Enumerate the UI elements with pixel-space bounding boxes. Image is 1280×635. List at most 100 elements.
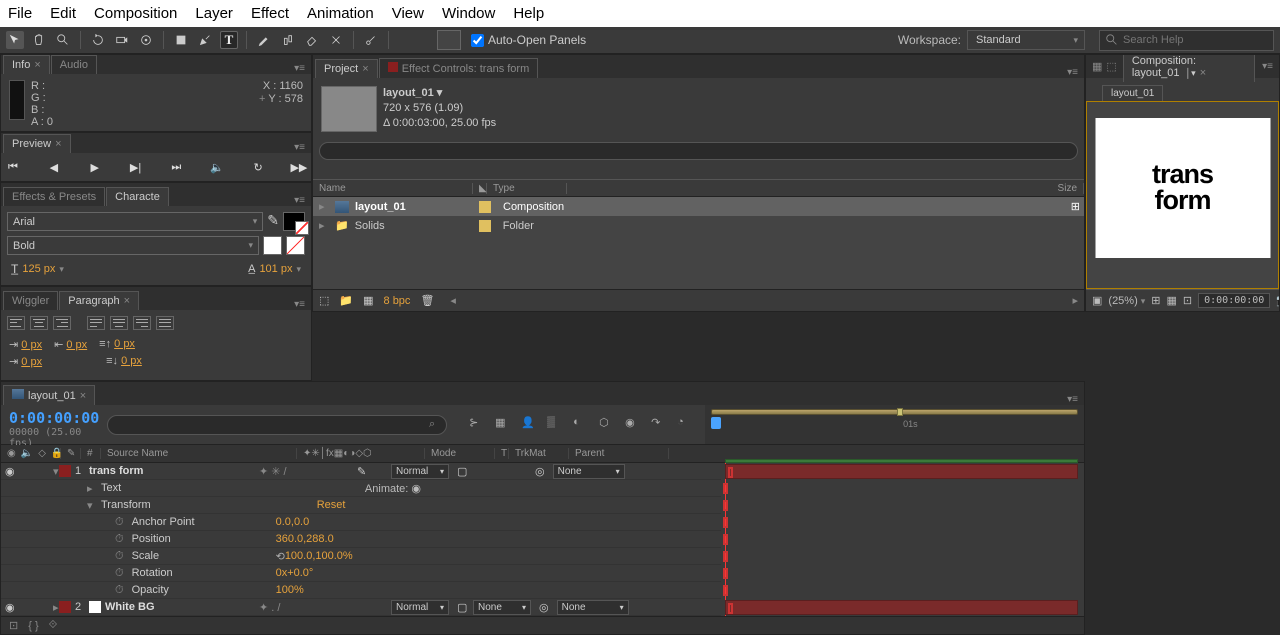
col-index[interactable]: # [81,448,101,459]
col-name[interactable]: Name [313,183,473,194]
layer-row-whitebg[interactable]: ◉ ▸ 2 White BG ✦ . / Normal▾ ▢ None▾ ◎ N… [1,599,721,616]
prop-scale[interactable]: ⏱Scale⟲ 100.0,100.0% [1,548,721,565]
prop-opacity[interactable]: ⏱Opacity100% [1,582,721,599]
layer-text-group[interactable]: ▸Text Animate: ◉ [1,480,721,497]
auto-keyframe-icon[interactable]: ◉ [625,416,643,434]
prev-frame-button[interactable]: ◀ [46,159,62,175]
col-label[interactable]: ◣ [473,183,487,194]
menu-help[interactable]: Help [513,5,544,22]
space-after-value[interactable]: 0 px [121,355,142,367]
tab-preview[interactable]: Preview× [3,134,71,153]
hand-tool[interactable] [30,31,48,49]
project-item-layout[interactable]: ▸ layout_01 Composition ⊞ [313,197,1084,216]
rectangle-tool[interactable] [172,31,190,49]
blend-mode-dropdown[interactable]: Normal▾ [391,600,449,615]
grid-icon[interactable]: ▦ [1167,294,1177,307]
col-mode[interactable]: Mode [425,448,495,459]
menu-window[interactable]: Window [442,5,495,22]
play-button[interactable]: ▶ [87,159,103,175]
selection-tool[interactable] [6,31,24,49]
justify-all-button[interactable] [156,316,174,330]
parent-pickwhip-icon[interactable]: ◎ [535,466,545,478]
col-trkmat[interactable]: TrkMat [509,448,569,459]
bpc-toggle[interactable]: 8 bpc [384,295,411,307]
preserve-transparency-toggle[interactable]: ▢ [457,602,467,614]
justify-last-right-button[interactable] [133,316,151,330]
tab-project[interactable]: Project× [315,59,378,78]
camera-tool[interactable] [113,31,131,49]
prop-anchor-point[interactable]: ⏱Anchor Point0.0,0.0 [1,514,721,531]
roto-tool[interactable] [327,31,345,49]
align-center-button[interactable] [30,316,48,330]
snapshot-icon[interactable]: 📷 [1276,294,1280,307]
graph-editor-icon[interactable]: ↷ [651,416,669,434]
col-t[interactable]: T [495,448,509,459]
panel-menu-icon[interactable]: ▾≡ [1256,61,1279,72]
menu-layer[interactable]: Layer [195,5,233,22]
indent-left-value[interactable]: 0 px [21,339,42,351]
twirl-icon[interactable]: ▸ [49,601,59,614]
motion-blur-icon[interactable]: ◐ [573,416,591,434]
parent-dropdown[interactable]: None▾ [557,600,629,615]
tab-character[interactable]: Characte [106,187,169,206]
align-left-button[interactable] [7,316,25,330]
justify-last-left-button[interactable] [87,316,105,330]
viewer-layer-icon[interactable]: ⬚ [1106,60,1116,73]
layer-row-transform[interactable]: ◉ ▾ 1 trans form ✦ ✳ / ✎ Normal▾ ▢ ◎ Non… [1,463,721,480]
fill-stroke-swatch[interactable] [283,212,305,231]
stopwatch-icon[interactable]: ⏱ [111,533,128,546]
prop-value[interactable]: 0.0,0.0 [276,516,310,528]
timeline-tracks[interactable] [721,463,1084,616]
col-type[interactable]: Type [487,183,567,194]
auto-open-panels-checkbox[interactable]: Auto-Open Panels [471,33,586,47]
project-item-solids[interactable]: ▸📁 Solids Folder [313,216,1084,235]
tab-composition-viewer[interactable]: Composition: layout_01│▾× [1123,54,1255,82]
tab-paragraph[interactable]: Paragraph× [59,291,139,310]
prop-value[interactable]: 360.0,288.0 [276,533,334,545]
col-parent[interactable]: Parent [569,448,669,459]
leading-value[interactable]: 101 px [259,263,292,275]
type-tool[interactable]: T [220,31,238,49]
nested-comp-tab[interactable]: layout_01 [1102,85,1163,101]
visibility-toggle[interactable]: ◉ [1,465,13,478]
blend-mode-dropdown[interactable]: Normal▾ [391,464,449,479]
new-comp-icon[interactable]: ▦ [363,294,373,307]
prop-value[interactable]: 100.0,100.0% [285,550,353,562]
col-source-name[interactable]: Source Name [101,448,297,459]
loop-button[interactable]: ↻ [250,159,266,175]
ram-preview-button[interactable]: ▶▶ [291,159,307,175]
zoom-dropdown[interactable]: (25%) [1108,295,1145,307]
prop-value[interactable]: 0x+0.0° [276,567,314,579]
pan-behind-tool[interactable] [137,31,155,49]
edit-icon[interactable]: ✎ [357,466,366,478]
zoom-tool[interactable] [54,31,72,49]
font-size-value[interactable]: 125 px [22,263,55,275]
prop-value[interactable]: 100% [276,584,304,596]
next-frame-button[interactable]: ▶| [128,159,144,175]
always-preview-icon[interactable]: ▣ [1092,294,1102,307]
eyedropper-icon[interactable]: ✎ [267,212,279,231]
menu-view[interactable]: View [392,5,424,22]
trash-icon[interactable]: 🗑 [420,294,434,307]
layer-color-swatch[interactable] [59,601,71,613]
shy-icon[interactable]: 👤 [521,416,539,434]
viewer-lock-icon[interactable]: ▦ [1092,60,1102,73]
last-frame-button[interactable]: ⏭ [168,159,184,175]
puppet-tool[interactable] [362,31,380,49]
time-ruler[interactable]: 0s01s [705,405,1084,444]
visibility-toggle[interactable]: ◉ [1,601,13,614]
constrain-proportions-icon[interactable]: ⟲ [276,550,285,563]
comp-mini-flowchart-icon[interactable]: ⊱ [469,416,487,434]
col-size[interactable]: Size [567,183,1084,194]
frame-blend-icon[interactable]: ▒ [547,416,565,434]
prop-rotation[interactable]: ⏱Rotation0x+0.0° [1,565,721,582]
brainstorm-icon[interactable]: ⬡ [599,416,617,434]
current-time-display[interactable]: 0:00:00:00 00000 (25.00 fps) [1,405,101,444]
font-style-dropdown[interactable]: Bold▾ [7,236,259,255]
tab-effects-presets[interactable]: Effects & Presets [3,187,105,206]
tab-timeline-comp[interactable]: layout_01× [3,385,95,405]
twirl-icon[interactable]: ▾ [49,465,59,478]
project-search-input[interactable] [319,142,1078,160]
clone-tool[interactable] [279,31,297,49]
layer-name[interactable]: White BG [105,601,155,613]
